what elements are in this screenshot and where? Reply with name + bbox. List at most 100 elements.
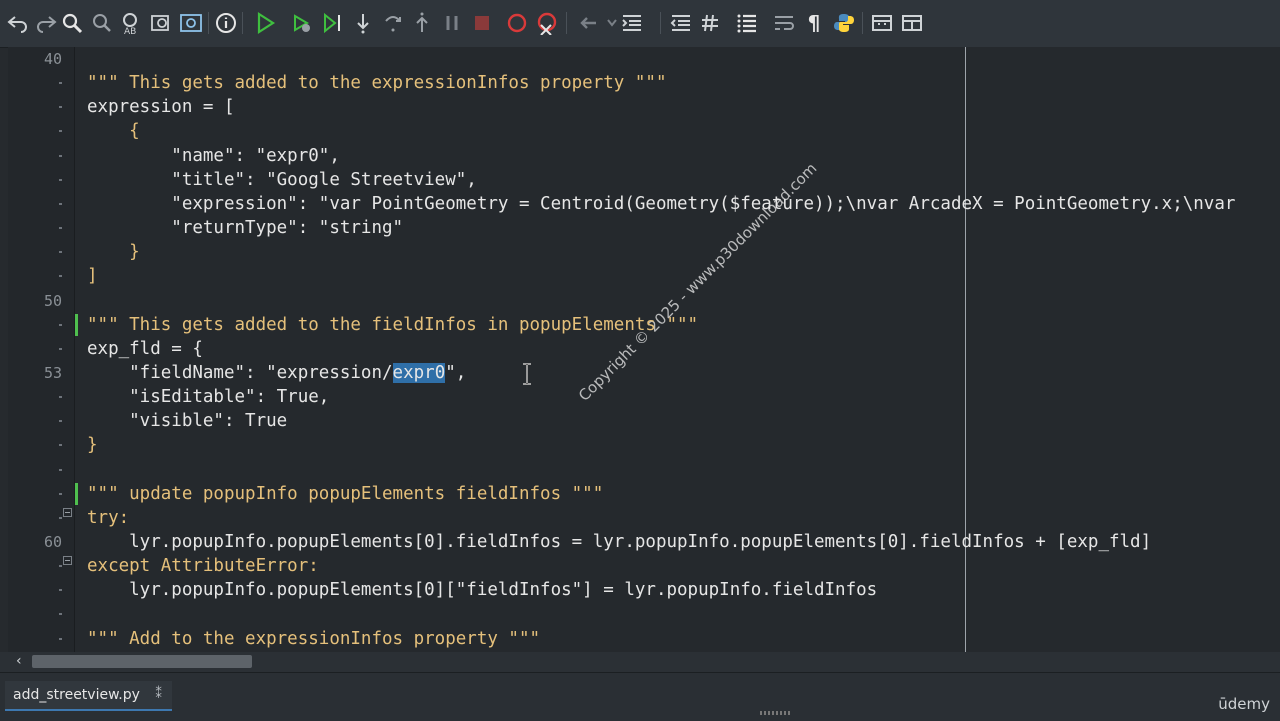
comment-icon[interactable]	[699, 11, 723, 35]
code-line[interactable]: """ update popupInfo popupElements field…	[87, 482, 603, 506]
line-number: 40	[43, 50, 62, 68]
tab-label: add_streetview.py	[13, 687, 140, 703]
line-number: 53	[43, 363, 62, 382]
code-token: """ Add to the expressionInfos property …	[87, 628, 541, 649]
code-token: """ This gets added to the expressionInf…	[87, 73, 667, 94]
find-in-files-icon[interactable]	[149, 11, 173, 35]
code-line[interactable]: except AttributeError:	[87, 554, 319, 578]
code-line[interactable]: "returnType": "string"	[87, 216, 403, 240]
code-line[interactable]: """ This gets added to the expressionInf…	[87, 71, 666, 95]
code-line[interactable]: lyr.popupInfo.popupElements[0].fieldInfo…	[87, 530, 1151, 554]
code-editor[interactable]: 40 50 53 60 Copyright © 2025 - www.p30downl…	[8, 47, 1280, 652]
layout-icon[interactable]	[900, 11, 924, 35]
code-line[interactable]: {	[87, 119, 140, 143]
toolbar-separator	[862, 12, 863, 34]
find-abc-icon[interactable]: AB	[119, 11, 143, 35]
debug-icon[interactable]	[290, 11, 314, 35]
stop-icon[interactable]	[470, 11, 494, 35]
gutter-dot	[59, 589, 62, 592]
code-token: "isEditable": True,	[87, 387, 330, 408]
code-line[interactable]: }	[87, 240, 140, 264]
selected-text: expr0	[392, 362, 446, 383]
gutter-dot	[59, 227, 62, 230]
code-line[interactable]: """ Add to the expressionInfos property …	[87, 627, 540, 651]
redo-icon[interactable]	[34, 11, 58, 35]
brand-logo: ūdemy	[1218, 695, 1270, 713]
gutter-dot	[59, 396, 62, 399]
code-line[interactable]: "name": "expr0",	[87, 144, 340, 168]
gutter-dot	[59, 275, 62, 278]
gutter-dot	[59, 202, 62, 205]
tab-add-streetview[interactable]: add_streetview.py ⁑	[5, 681, 172, 711]
code-line[interactable]: """ This gets added to the fieldInfos in…	[87, 313, 698, 337]
code-line[interactable]: "expression": "var PointGeometry = Centr…	[87, 192, 1235, 216]
resize-grip[interactable]	[760, 711, 792, 715]
gutter-dot	[59, 347, 62, 350]
find-replace-icon[interactable]	[90, 11, 114, 35]
pilcrow-icon[interactable]: ¶	[802, 11, 826, 35]
code-line[interactable]: "fieldName": "expression/expr0",	[87, 361, 466, 385]
tab-bar: add_streetview.py ⁑ ūdemy	[0, 672, 1280, 721]
text-cursor-icon	[523, 363, 531, 385]
code-line[interactable]: "visible": True	[87, 409, 287, 433]
code-token: "expression": "var PointGeometry = Centr…	[87, 193, 1236, 214]
code-line[interactable]: "title": "Google Streetview",	[87, 168, 477, 192]
code-line[interactable]: lyr.popupInfo.popupElements[0]["fieldInf…	[87, 578, 877, 602]
indent-icon[interactable]	[620, 11, 644, 35]
pilcrow-glyph: ¶	[807, 11, 821, 35]
search-icon[interactable]	[60, 11, 84, 35]
run-to-cursor-icon[interactable]	[321, 11, 345, 35]
code-line[interactable]: try:	[87, 506, 129, 530]
back-icon[interactable]	[576, 11, 600, 35]
change-marker	[75, 482, 78, 505]
gutter-dot	[59, 637, 62, 640]
run-icon[interactable]	[253, 11, 277, 35]
code-line[interactable]: exp_fld = {	[87, 337, 203, 361]
step-out-icon[interactable]	[410, 11, 434, 35]
fold-toggle-icon[interactable]	[63, 507, 72, 517]
gutter-dot	[59, 106, 62, 109]
step-over-icon[interactable]	[381, 11, 405, 35]
outdent-icon[interactable]	[669, 11, 693, 35]
code-line[interactable]: "isEditable": True,	[87, 385, 329, 409]
step-into-icon[interactable]	[351, 11, 375, 35]
code-line[interactable]: }	[87, 433, 98, 457]
code-area[interactable]: Copyright © 2025 - www.p30download.com "…	[74, 47, 1280, 652]
code-token: "title": "Google Streetview",	[87, 169, 477, 190]
python-icon[interactable]	[832, 11, 856, 35]
undo-icon[interactable]	[6, 11, 30, 35]
gutter-dot	[59, 178, 62, 181]
breakpoint-icon[interactable]	[505, 11, 529, 35]
list-icon[interactable]	[735, 11, 759, 35]
code-token: """ update popupInfo popupElements field…	[87, 483, 604, 504]
wrap-icon[interactable]	[772, 11, 796, 35]
toolbar-separator	[566, 12, 567, 34]
scrollbar-thumb[interactable]	[32, 655, 252, 668]
code-line[interactable]: expression = [	[87, 95, 235, 119]
code-token: "visible": True	[87, 411, 288, 432]
code-token: exp_fld = {	[87, 338, 203, 359]
find-results-icon[interactable]	[179, 11, 203, 35]
code-token: lyr.popupInfo.popupElements[0]["fieldInf…	[87, 580, 878, 601]
gutter-dot	[59, 323, 62, 326]
pause-icon[interactable]	[440, 11, 464, 35]
gutter-dot	[59, 613, 62, 616]
toolbar-separator	[242, 12, 243, 34]
svg-text:AB: AB	[124, 27, 136, 35]
gutter-dot	[59, 82, 62, 85]
line-number: 50	[43, 291, 62, 310]
scroll-left-icon[interactable]: ‹	[16, 653, 22, 669]
code-line[interactable]: ]	[87, 264, 98, 288]
clear-breakpoints-icon[interactable]	[535, 11, 559, 35]
code-token: except AttributeError:	[87, 556, 319, 577]
tab-pin-icon[interactable]: ⁑	[155, 681, 162, 709]
gutter-dot	[59, 468, 62, 471]
gutter-dot	[59, 444, 62, 447]
change-marker	[75, 313, 78, 336]
code-token: "fieldName": "expression/	[87, 362, 393, 383]
info-icon[interactable]	[214, 11, 238, 35]
toolbox-icon[interactable]	[870, 11, 894, 35]
fold-toggle-icon[interactable]	[63, 556, 72, 566]
horizontal-scrollbar[interactable]: ‹	[0, 652, 1280, 672]
code-token: lyr.popupInfo.popupElements[0].fieldInfo…	[87, 532, 1152, 552]
